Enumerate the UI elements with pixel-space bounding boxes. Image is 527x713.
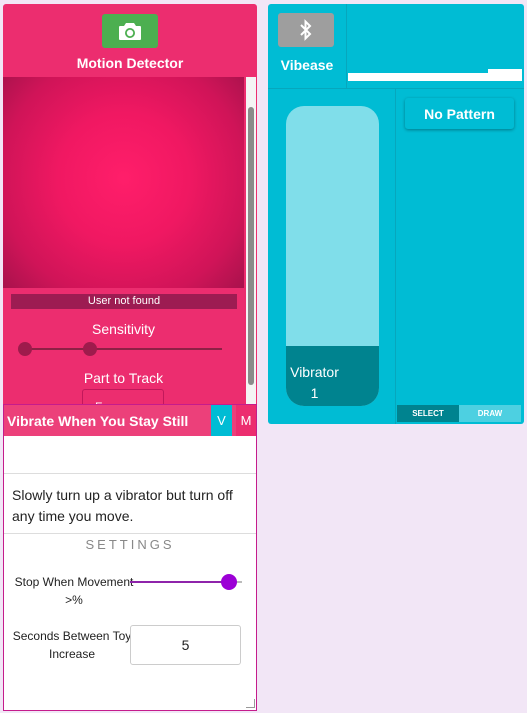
m-button[interactable]: M: [236, 405, 256, 436]
sensitivity-low-thumb[interactable]: [18, 342, 32, 356]
vibrator-name: Vibrator: [290, 364, 339, 380]
user-status-bar: User not found: [11, 294, 237, 309]
motion-scrollbar[interactable]: [246, 77, 256, 407]
vibease-panel: Vibease Vibrator 1 No Pattern SELECT DRA…: [268, 4, 524, 424]
select-mode-button[interactable]: SELECT: [397, 405, 459, 422]
part-to-track-label: Part to Track: [83, 370, 164, 386]
stay-still-panel: Vibrate When You Stay Still V M Slowly t…: [3, 404, 257, 711]
seconds-between-input[interactable]: [130, 625, 241, 665]
camera-button[interactable]: [102, 14, 158, 48]
bluetooth-button[interactable]: [278, 13, 334, 47]
camera-feed: [3, 77, 244, 288]
sensitivity-slider[interactable]: [18, 342, 222, 356]
vibrator-level-slider[interactable]: [286, 106, 379, 406]
sensitivity-high-thumb[interactable]: [83, 342, 97, 356]
v-button[interactable]: V: [211, 405, 232, 436]
resize-handle[interactable]: [246, 699, 255, 708]
sensitivity-label: Sensitivity: [91, 321, 156, 337]
header-bottom-divider: [268, 88, 524, 89]
motion-detector-title: Motion Detector: [76, 55, 184, 71]
header-divider: [346, 4, 347, 88]
no-pattern-button[interactable]: No Pattern: [405, 98, 514, 129]
divider: [4, 473, 256, 474]
draw-mode-button[interactable]: DRAW: [459, 405, 521, 422]
stay-still-header: Vibrate When You Stay Still V M: [4, 405, 256, 436]
vibrator-number: 1: [310, 385, 319, 401]
motion-scroll-thumb[interactable]: [248, 107, 254, 385]
stop-movement-thumb[interactable]: [220, 574, 237, 590]
stay-still-title: Vibrate When You Stay Still: [7, 413, 189, 429]
motion-detector-panel: Motion Detector User not found Sensitivi…: [3, 4, 257, 407]
stop-movement-slider[interactable]: [130, 574, 242, 590]
divider: [4, 533, 256, 534]
bluetooth-icon: [300, 19, 312, 41]
vibease-title: Vibease: [280, 57, 334, 73]
stop-movement-label: Stop When Movement >%: [14, 575, 134, 607]
tab-indicator-end: [488, 69, 522, 81]
stay-still-description: Slowly turn up a vibrator but turn off a…: [12, 487, 233, 524]
settings-heading: SETTINGS: [85, 537, 175, 552]
seconds-between-label: Seconds Between Toy Increase: [12, 629, 132, 661]
tab-indicator: [348, 73, 488, 81]
stop-movement-fill: [130, 581, 229, 583]
camera-icon: [119, 23, 141, 40]
pattern-divider: [395, 89, 396, 424]
